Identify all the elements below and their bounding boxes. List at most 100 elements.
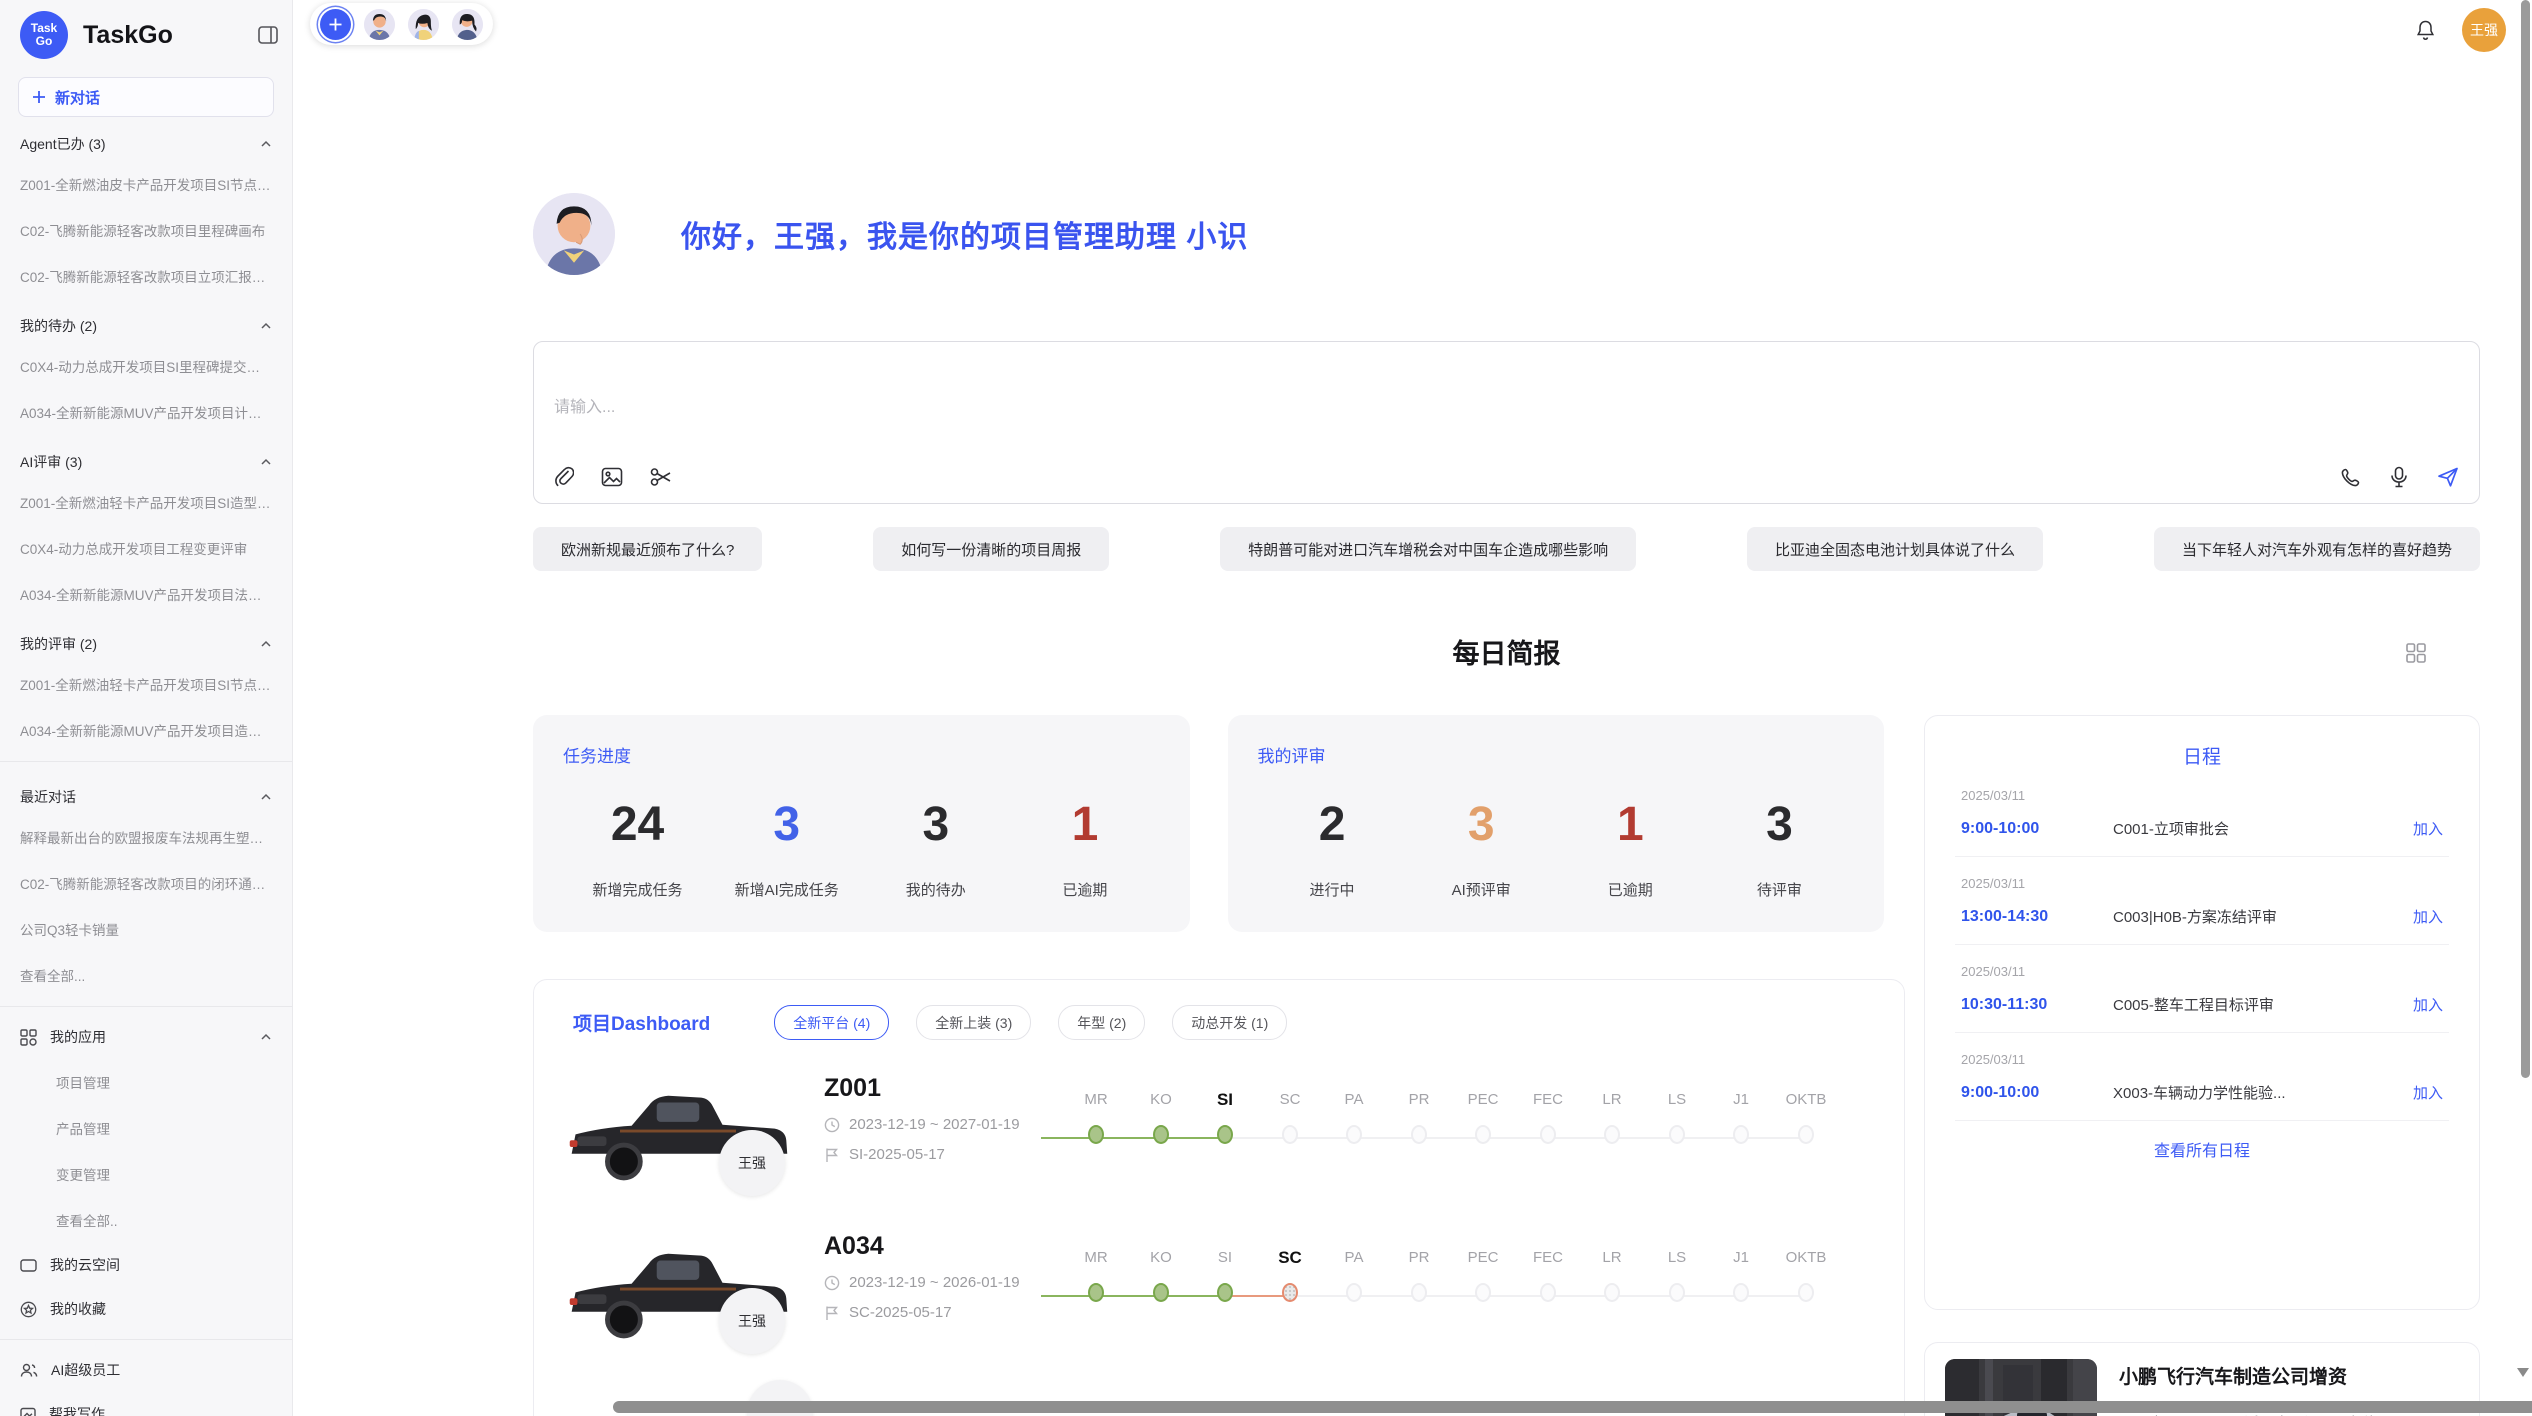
suggestion-chip[interactable]: 欧洲新规最近颁布了什么? xyxy=(533,527,762,571)
scissors-icon[interactable] xyxy=(650,467,672,487)
sidebar-item[interactable]: A034-全新新能源MUV产品开发项目计划变更表编写 xyxy=(0,389,292,435)
sidebar-item[interactable]: Z001-全新燃油皮卡产品开发项目SI节点Lesson Learn报告 xyxy=(0,161,292,207)
people-icon xyxy=(20,1363,38,1378)
send-icon[interactable] xyxy=(2437,466,2459,488)
section-header-ai-review[interactable]: AI评审 (3) xyxy=(0,435,292,479)
tab-powertrain[interactable]: 动总开发 (1) xyxy=(1172,1005,1287,1040)
sidebar-item[interactable]: C02-飞腾新能源轻客改款项目立项汇报方案 xyxy=(0,253,292,299)
section-header-agent-done[interactable]: Agent已办 (3) xyxy=(0,117,292,161)
chevron-up-icon xyxy=(260,638,272,650)
sidebar-item[interactable]: A034-全新新能源MUV产品开发项目造型可行性评审 xyxy=(0,707,292,753)
suggestion-chip[interactable]: 当下年轻人对汽车外观有怎样的喜好趋势 xyxy=(2154,527,2480,571)
view-all-schedule-link[interactable]: 查看所有日程 xyxy=(1955,1121,2449,1161)
recent-chat-item[interactable]: 解释最新出台的欧盟报废车法规再生塑料比例被调至15%... xyxy=(0,814,292,860)
tab-year-model[interactable]: 年型 (2) xyxy=(1058,1005,1145,1040)
suggestion-chip[interactable]: 如何写一份清晰的项目周报 xyxy=(873,527,1109,571)
microphone-icon[interactable] xyxy=(2390,466,2408,488)
stat-label: 进行中 xyxy=(1258,879,1407,900)
stat-value: 3 xyxy=(1705,797,1854,852)
sidebar-item[interactable]: Z001-全新燃油轻卡产品开发项目SI造型提交物评审 xyxy=(0,479,292,525)
horizontal-scrollbar-thumb[interactable] xyxy=(613,1401,2532,1413)
sidebar-item-ai-staff[interactable]: AI超级员工 xyxy=(0,1348,292,1392)
sidebar-item-my-apps[interactable]: 我的应用 xyxy=(0,1015,292,1059)
stats-row: 任务进度 24 新增完成任务 3 新增AI完成任务 xyxy=(533,715,1884,932)
flag-icon xyxy=(824,1305,840,1321)
project-next-milestone: SI-2025-05-17 xyxy=(824,1146,1020,1163)
milestone-si: SI xyxy=(1190,1246,1260,1302)
composer-left-icons xyxy=(554,466,672,488)
assistant-avatar xyxy=(533,193,615,275)
stat-value: 1 xyxy=(1010,797,1159,852)
tab-all-new-platform[interactable]: 全新平台 (4) xyxy=(774,1005,889,1040)
agent-avatar[interactable] xyxy=(364,9,395,40)
sidebar-item[interactable]: A034-全新新能源MUV产品开发项目法规符合性评审 xyxy=(0,571,292,617)
join-link[interactable]: 加入 xyxy=(2413,994,2443,1015)
clock-icon xyxy=(824,1275,840,1291)
project-code: A034 xyxy=(824,1232,1020,1261)
project-row-z001[interactable]: 王强 Z001 2023-12-19 ~ 2027-01-19 SI-2025-… xyxy=(534,1068,1904,1226)
recent-chat-item[interactable]: 公司Q3轻卡销量 xyxy=(0,906,292,952)
grid-icon xyxy=(20,1029,37,1046)
briefing-layout-icon[interactable] xyxy=(2404,641,2428,665)
suggestion-chip[interactable]: 特朗普可能对进口汽车增税会对中国车企造成哪些影响 xyxy=(1220,527,1636,571)
milestone-sc-current: SC xyxy=(1255,1246,1325,1302)
view-all-apps-link[interactable]: 查看全部.. xyxy=(0,1197,292,1243)
vertical-scrollbar-thumb[interactable] xyxy=(2521,0,2530,1078)
attachment-paperclip-icon[interactable] xyxy=(554,466,574,488)
join-link[interactable]: 加入 xyxy=(2413,1082,2443,1103)
sidebar-item-favorites[interactable]: 我的收藏 xyxy=(0,1287,292,1331)
stat-review-overdue: 1 已逾期 xyxy=(1556,797,1705,900)
recent-chat-item[interactable]: C02-飞腾新能源轻客改款项目的闭环通告反馈情况 xyxy=(0,860,292,906)
app-item-change-mgmt[interactable]: 变更管理 xyxy=(0,1151,292,1197)
ai-staff-label: AI超级员工 xyxy=(51,1360,120,1380)
view-all-chats-link[interactable]: 查看全部... xyxy=(0,952,292,998)
sidebar-item[interactable]: C0X4-动力总成开发项目SI里程碑提交物检查 xyxy=(0,343,292,389)
new-chat-button[interactable]: 新对话 xyxy=(18,77,274,117)
main-area: 王强 你好，王强，我是你的项目管理助理 小识 xyxy=(293,0,2532,1416)
milestone-pec: PEC xyxy=(1448,1088,1518,1144)
milestone-dot xyxy=(1153,1283,1169,1302)
new-chat-label: 新对话 xyxy=(55,87,100,108)
app-item-project-mgmt[interactable]: 项目管理 xyxy=(0,1059,292,1105)
agent-avatar[interactable] xyxy=(452,9,483,40)
project-row-a034[interactable]: 王强 A034 2023-12-19 ~ 2026-01-19 SC-2025-… xyxy=(534,1226,1904,1384)
task-progress-title: 任务进度 xyxy=(563,742,1160,767)
sidebar-item-help-write[interactable]: 帮我写作 xyxy=(0,1392,292,1416)
divider xyxy=(0,1006,292,1007)
sidebar-item[interactable]: Z001-全新燃油轻卡产品开发项目SI节点属性5D文件评审 xyxy=(0,661,292,707)
date-range-text: 2023-12-19 ~ 2026-01-19 xyxy=(849,1274,1020,1291)
stat-pending-review: 3 待评审 xyxy=(1705,797,1854,900)
sidebar-item[interactable]: C02-飞腾新能源轻客改款项目里程碑画布 xyxy=(0,207,292,253)
milestone-dot xyxy=(1088,1125,1104,1144)
chat-input[interactable] xyxy=(552,398,1956,418)
briefing-body: 任务进度 24 新增完成任务 3 新增AI完成任务 xyxy=(533,715,2480,1416)
app-item-product-mgmt[interactable]: 产品管理 xyxy=(0,1105,292,1151)
add-agent-button[interactable] xyxy=(320,9,351,40)
milestone-dot xyxy=(1669,1283,1685,1302)
flag-icon xyxy=(824,1147,840,1163)
app-title: TaskGo xyxy=(83,21,173,50)
chevron-up-icon xyxy=(260,791,272,803)
milestone-timeline: MR KO SI SC PA PR PEC FEC LR LS J1 xyxy=(1041,1240,1831,1332)
cloud-space-label: 我的云空间 xyxy=(50,1255,120,1275)
milestone-lr: LR xyxy=(1577,1088,1647,1144)
stat-in-progress: 2 进行中 xyxy=(1258,797,1407,900)
join-link[interactable]: 加入 xyxy=(2413,906,2443,927)
image-upload-icon[interactable] xyxy=(601,467,623,487)
sidebar-collapse-icon[interactable] xyxy=(258,26,278,44)
sidebar-item-cloud-space[interactable]: 我的云空间 xyxy=(0,1243,292,1287)
milestone-dot xyxy=(1798,1125,1814,1144)
voice-call-icon[interactable] xyxy=(2340,467,2361,488)
next-milestone-text: SC-2025-05-17 xyxy=(849,1304,952,1321)
milestone-dot xyxy=(1282,1125,1298,1144)
agent-avatar[interactable] xyxy=(408,9,439,40)
milestone-fec: FEC xyxy=(1513,1246,1583,1302)
sidebar-item[interactable]: C0X4-动力总成开发项目工程变更评审 xyxy=(0,525,292,571)
suggestion-chip[interactable]: 比亚迪全固态电池计划具体说了什么 xyxy=(1747,527,2043,571)
scroll-down-arrow[interactable] xyxy=(2517,1368,2529,1377)
section-header-my-review[interactable]: 我的评审 (2) xyxy=(0,617,292,661)
join-link[interactable]: 加入 xyxy=(2413,818,2443,839)
section-header-recent-chats[interactable]: 最近对话 xyxy=(0,770,292,814)
section-header-my-todo[interactable]: 我的待办 (2) xyxy=(0,299,292,343)
tab-new-body[interactable]: 全新上装 (3) xyxy=(916,1005,1031,1040)
